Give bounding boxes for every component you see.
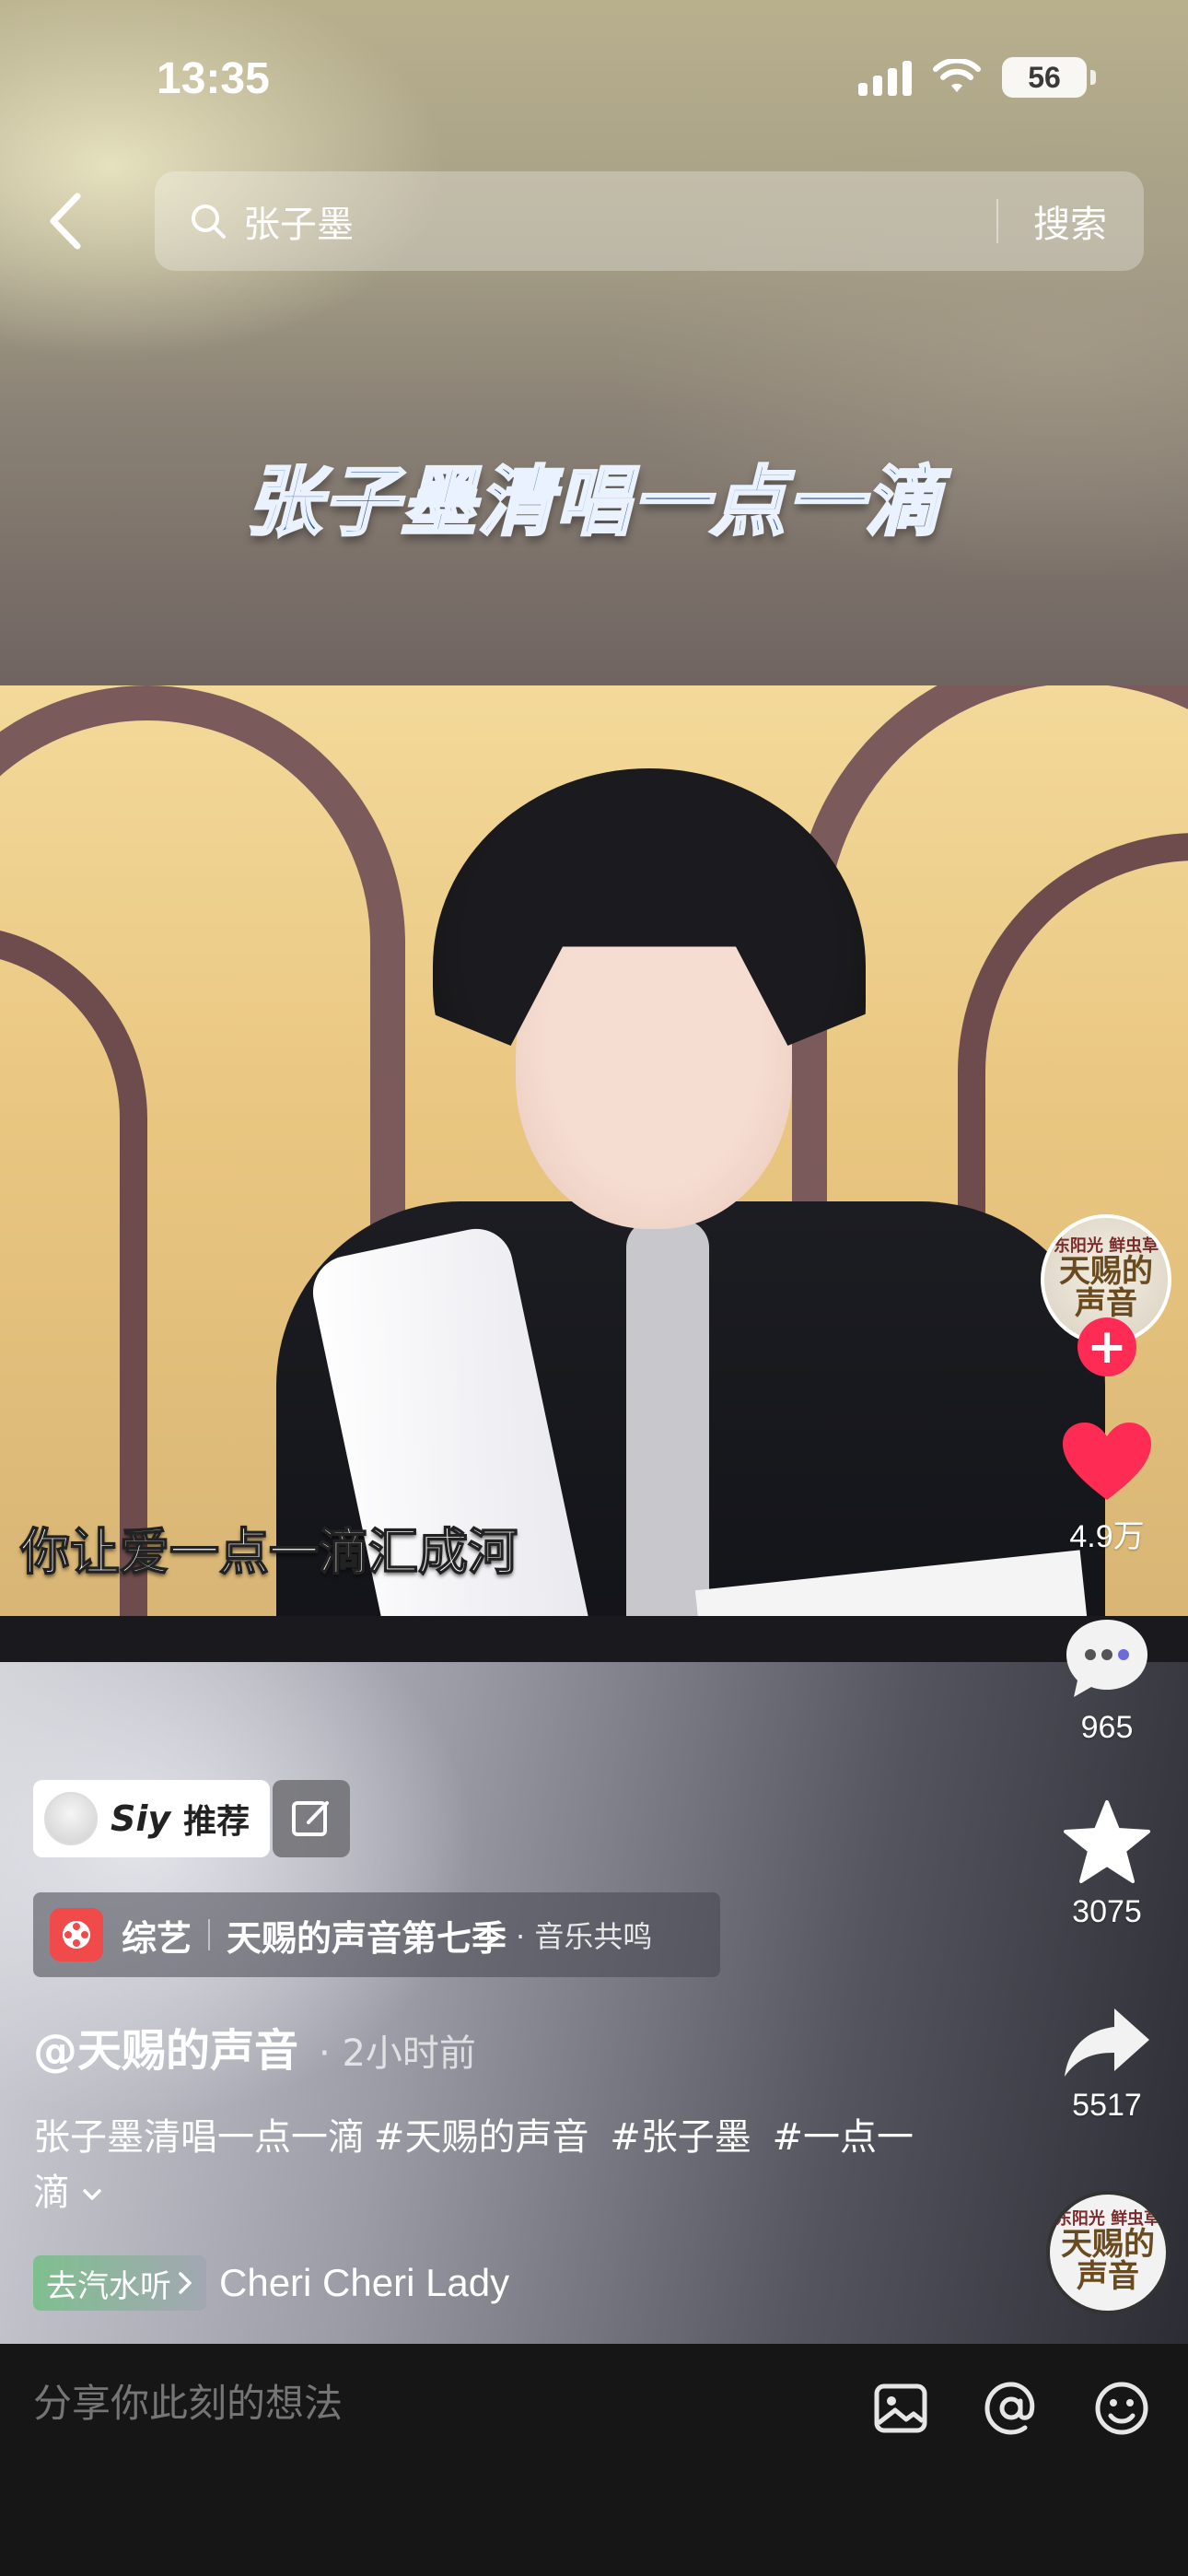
info-background xyxy=(0,1662,1188,2344)
recommender-avatar xyxy=(44,1792,98,1845)
post-time: · 2小时前 xyxy=(319,2032,476,2075)
battery-icon: 56 xyxy=(1002,57,1096,98)
favorite-button[interactable]: 3075 xyxy=(1050,1798,1164,1930)
hashtag[interactable]: #天赐的声音 xyxy=(374,2116,589,2159)
category-divider xyxy=(208,1919,211,1950)
wifi-icon xyxy=(933,59,981,92)
expand-chevron-icon[interactable] xyxy=(79,2182,105,2207)
comment-bar xyxy=(0,2344,1188,2576)
like-count: 4.9万 xyxy=(1069,1519,1145,1554)
post-caption[interactable]: 张子墨清唱一点一滴 #天赐的声音 #张子墨 #一点一滴 xyxy=(33,2110,917,2220)
category-tag[interactable]: 综艺 天赐的声音第七季 · 音乐共鸣 xyxy=(33,1892,720,1977)
video-screen: 13:35 56 张子墨 搜索 张子墨清唱一点一滴 你让爱一点一滴汇成河 东阳光… xyxy=(0,0,1188,2576)
category-type: 综艺 xyxy=(122,1917,192,1959)
author-line: @天赐的声音 · 2小时前 xyxy=(33,2014,476,2078)
judge-desk xyxy=(0,1616,1188,1662)
status-time: 13:35 xyxy=(157,54,270,103)
heart-icon xyxy=(1063,1423,1151,1500)
disc-main-text: 天赐的声音 xyxy=(1061,2225,1155,2296)
favorite-count: 3075 xyxy=(1072,1894,1142,1929)
share-arrow-icon xyxy=(1065,2008,1149,2077)
category-show: 天赐的声音第七季 xyxy=(227,1917,507,1959)
search-input[interactable]: 张子墨 xyxy=(243,194,996,248)
comment-button[interactable]: 965 xyxy=(1050,1614,1164,1746)
video-subtitle: 你让爱一点一滴汇成河 xyxy=(19,1522,518,1582)
edit-recommend-button[interactable] xyxy=(273,1780,350,1857)
image-icon[interactable] xyxy=(869,2377,932,2440)
music-line[interactable]: 去汽水听 Cheri Cheri Lady xyxy=(33,2255,509,2311)
caption-text: 张子墨清唱一点一滴 xyxy=(33,2116,365,2159)
video-title-overlay: 张子墨清唱一点一滴 xyxy=(245,458,942,548)
recommender-name: Siy xyxy=(111,1798,171,1839)
comment-icon xyxy=(1066,1620,1147,1697)
film-reel-icon xyxy=(50,1908,103,1961)
recommend-chip[interactable]: Siy 推荐 xyxy=(33,1780,271,1857)
status-icons: 56 xyxy=(858,57,1096,98)
category-subtag: · 音乐共鸣 xyxy=(516,1919,653,1954)
search-icon xyxy=(192,205,226,239)
mention-at-icon[interactable] xyxy=(980,2377,1042,2440)
share-button[interactable]: 5517 xyxy=(1050,2003,1164,2124)
author-name[interactable]: @天赐的声音 xyxy=(33,2014,298,2078)
back-button[interactable] xyxy=(41,189,96,253)
hashtag[interactable]: #张子墨 xyxy=(610,2116,751,2159)
share-count: 5517 xyxy=(1072,2088,1142,2123)
comment-count: 965 xyxy=(1080,1710,1134,1745)
follow-button[interactable]: + xyxy=(1077,1317,1136,1376)
music-chip-label: 去汽水听 xyxy=(46,2267,171,2305)
chevron-right-icon xyxy=(179,2272,192,2294)
comment-input[interactable] xyxy=(33,2381,825,2426)
music-title: Cheri Cheri Lady xyxy=(219,2261,510,2304)
open-in-music-app-button[interactable]: 去汽水听 xyxy=(33,2255,206,2311)
edit-icon xyxy=(292,1801,329,1836)
show-logo: 东阳光 鲜虫草 天赐的声音 xyxy=(1044,1237,1168,1323)
music-disc-logo: 东阳光 鲜虫草 天赐的声音 xyxy=(1050,2210,1166,2296)
search-button[interactable]: 搜索 xyxy=(998,194,1144,248)
music-disc[interactable]: 东阳光 鲜虫草 天赐的声音 xyxy=(1046,2191,1170,2314)
cellular-signal-icon xyxy=(858,59,912,96)
star-icon xyxy=(1064,1800,1150,1883)
like-button[interactable]: 4.9万 xyxy=(1050,1419,1164,1556)
search-bar[interactable]: 张子墨 搜索 xyxy=(155,171,1144,271)
recommend-label: 推荐 xyxy=(183,1803,250,1841)
emoji-icon[interactable] xyxy=(1090,2377,1153,2440)
logo-main-text: 天赐的声音 xyxy=(1059,1252,1153,1323)
